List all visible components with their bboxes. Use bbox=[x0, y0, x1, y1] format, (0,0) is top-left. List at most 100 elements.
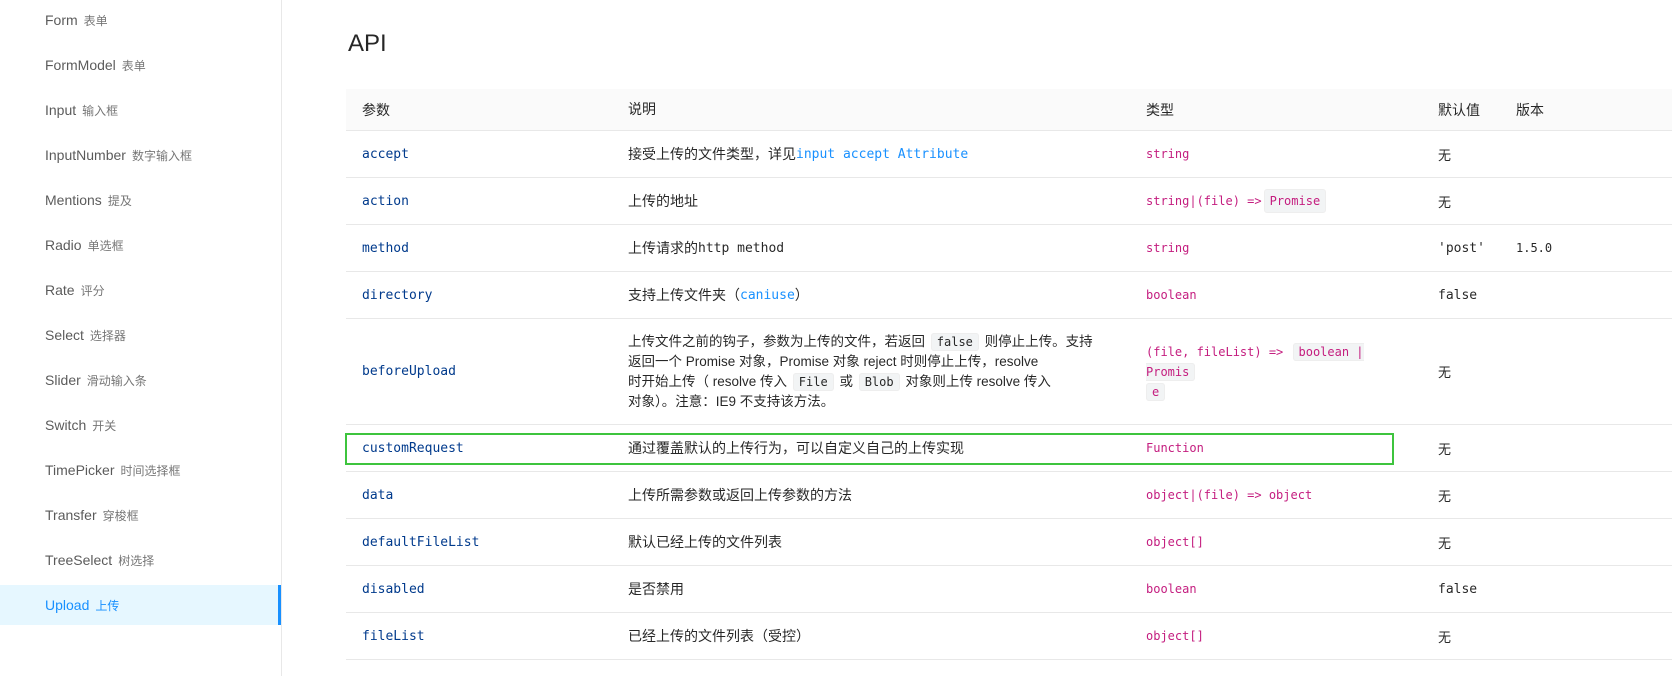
param-name: defaultFileList bbox=[362, 534, 480, 550]
sidebar-item-sublabel: 穿梭框 bbox=[102, 508, 139, 523]
sidebar-item-sublabel: 树选择 bbox=[118, 553, 155, 568]
param-name: fileList bbox=[362, 628, 425, 644]
desc-text: 对象则上传 resolve 传入 bbox=[901, 373, 1051, 389]
param-name: directory bbox=[362, 287, 433, 303]
sidebar-item-label: Upload bbox=[45, 597, 90, 613]
header-desc: 说明 bbox=[628, 101, 656, 117]
sidebar-item-input[interactable]: Input 输入框 bbox=[0, 90, 281, 130]
param-type: object[] bbox=[1146, 535, 1204, 549]
param-type: boolean bbox=[1146, 288, 1197, 302]
type-line: e bbox=[1146, 382, 1167, 402]
desc-text: ） bbox=[794, 286, 809, 303]
param-default: false bbox=[1438, 581, 1478, 597]
sidebar-item-sublabel: 数字输入框 bbox=[131, 148, 192, 163]
caniuse-link[interactable]: caniuse bbox=[740, 285, 795, 306]
sidebar-item-label: Input bbox=[45, 102, 77, 118]
code-false: false bbox=[930, 332, 979, 351]
header-param: 参数 bbox=[362, 101, 390, 118]
desc-line: 上传文件之前的钩子，参数为上传的文件，若返回 false 则停止上传。支持 bbox=[628, 332, 1093, 352]
sidebar-item-form[interactable]: Form 表单 bbox=[0, 0, 281, 40]
sidebar-item-treeselect[interactable]: TreeSelect 树选择 bbox=[0, 540, 281, 580]
desc-line: 返回一个 Promise 对象，Promise 对象 reject 时则停止上传… bbox=[628, 353, 1039, 369]
sidebar-item-label: Form bbox=[45, 12, 78, 28]
param-name: method bbox=[362, 240, 409, 256]
desc-line: 时开始上传（ resolve 传入 File 或 Blob 对象则上传 reso… bbox=[628, 372, 1051, 392]
sidebar-item-radio[interactable]: Radio 单选框 bbox=[0, 225, 281, 265]
table-row: defaultFileList 默认已经上传的文件列表 object[] 无 bbox=[346, 519, 1672, 566]
sidebar-item-sublabel: 表单 bbox=[83, 13, 108, 28]
table-row: action 上传的地址 string|(file) => Promise 无 bbox=[346, 178, 1672, 225]
sidebar-item-label: Mentions bbox=[45, 192, 102, 208]
param-name: action bbox=[362, 193, 409, 209]
sidebar-item-sublabel: 时间选择框 bbox=[120, 463, 181, 478]
param-type: object[] bbox=[1146, 629, 1204, 643]
desc-text: 支持上传文件夹（ bbox=[628, 286, 740, 303]
sidebar-item-sublabel: 上传 bbox=[95, 598, 120, 613]
sidebar-item-label: TimePicker bbox=[45, 462, 115, 478]
param-desc: 通过覆盖默认的上传行为，可以自定义自己的上传实现 bbox=[628, 439, 964, 456]
sidebar-item-label: Select bbox=[45, 327, 84, 343]
sidebar-item-sublabel: 输入框 bbox=[82, 103, 119, 118]
desc-text: 则停止上传。支持 bbox=[980, 333, 1093, 349]
table-row: data 上传所需参数或返回上传参数的方法 object|(file) => o… bbox=[346, 472, 1672, 519]
param-type: Function bbox=[1146, 441, 1204, 455]
sidebar-item-select[interactable]: Select 选择器 bbox=[0, 315, 281, 355]
param-type: boolean bbox=[1146, 582, 1197, 596]
param-name: disabled bbox=[362, 581, 425, 597]
table-row: fileList 已经上传的文件列表（受控） object[] 无 bbox=[346, 613, 1672, 660]
table-row: directory 支持上传文件夹（ caniuse） boolean false bbox=[346, 272, 1672, 319]
sidebar-item-rate[interactable]: Rate 评分 bbox=[0, 270, 281, 310]
sidebar-item-label: Slider bbox=[45, 372, 81, 388]
table-row: method 上传请求的 http method string 'post' 1… bbox=[346, 225, 1672, 272]
sidebar-item-label: InputNumber bbox=[45, 147, 126, 163]
sidebar-item-timepicker[interactable]: TimePicker 时间选择框 bbox=[0, 450, 281, 490]
param-name: accept bbox=[362, 146, 409, 162]
sidebar-item-label: Transfer bbox=[45, 507, 97, 523]
sidebar-item-label: Rate bbox=[45, 282, 75, 298]
sidebar-item-label: Radio bbox=[45, 237, 82, 253]
code-blob: Blob bbox=[858, 372, 900, 391]
param-name: beforeUpload bbox=[362, 364, 456, 379]
param-type: string|(file) => Promise bbox=[1146, 178, 1406, 224]
sidebar-item-sublabel: 滑动输入条 bbox=[86, 373, 147, 388]
section-title: API bbox=[348, 30, 387, 57]
main-content: API 参数 说明 类型 默认值 版本 accept 接受上传的文件类型，详见 … bbox=[282, 0, 1672, 676]
input-accept-link[interactable]: input accept Attribute bbox=[796, 144, 968, 165]
param-desc: 是否禁用 bbox=[628, 580, 684, 597]
param-default: 无 bbox=[1438, 630, 1452, 646]
type-text: (file, fileList) => bbox=[1146, 344, 1291, 359]
param-desc: 接受上传的文件类型，详见 input accept Attribute bbox=[628, 131, 1118, 177]
desc-text: 接受上传的文件类型，详见 bbox=[628, 145, 796, 162]
param-type: object|(file) => object bbox=[1146, 488, 1313, 502]
desc-text: 上传文件之前的钩子，参数为上传的文件，若返回 bbox=[628, 333, 929, 349]
table-row: customRequest 通过覆盖默认的上传行为，可以自定义自己的上传实现 F… bbox=[346, 425, 1672, 472]
sidebar-item-formmodel[interactable]: FormModel 表单 bbox=[0, 45, 281, 85]
param-desc: 已经上传的文件列表（受控） bbox=[628, 627, 810, 644]
sidebar-item-slider[interactable]: Slider 滑动输入条 bbox=[0, 360, 281, 400]
header-default: 默认值 bbox=[1438, 101, 1480, 118]
type-text: string|(file) => bbox=[1146, 194, 1262, 208]
type-code: Promise bbox=[1263, 189, 1327, 213]
sidebar-item-mentions[interactable]: Mentions 提及 bbox=[0, 180, 281, 220]
param-type: string bbox=[1146, 241, 1190, 255]
param-desc: 默认已经上传的文件列表 bbox=[628, 533, 782, 550]
param-version: 1.5.0 bbox=[1516, 241, 1553, 255]
code-file: File bbox=[792, 372, 834, 391]
desc-text: 时开始上传（ resolve 传入 bbox=[628, 373, 791, 389]
sidebar-item-inputnumber[interactable]: InputNumber 数字输入框 bbox=[0, 135, 281, 175]
sidebar-item-label: TreeSelect bbox=[45, 552, 113, 568]
param-desc: 上传文件之前的钩子，参数为上传的文件，若返回 false 则停止上传。支持 返回… bbox=[628, 319, 1118, 424]
param-default: 无 bbox=[1438, 489, 1452, 505]
sidebar-item-sublabel: 评分 bbox=[80, 283, 105, 298]
param-default: 'post' bbox=[1438, 240, 1485, 256]
table-row: accept 接受上传的文件类型，详见 input accept Attribu… bbox=[346, 131, 1672, 178]
desc-text: 或 bbox=[835, 373, 857, 389]
table-header: 参数 说明 类型 默认值 版本 bbox=[346, 89, 1672, 131]
sidebar-item-transfer[interactable]: Transfer 穿梭框 bbox=[0, 495, 281, 535]
table-row: beforeUpload 上传文件之前的钩子，参数为上传的文件，若返回 fals… bbox=[346, 319, 1672, 425]
header-version: 版本 bbox=[1516, 101, 1544, 118]
sidebar-item-sublabel: 表单 bbox=[121, 58, 146, 73]
sidebar-menu: Form 表单 FormModel 表单 Input 输入框 InputNumber 数… bbox=[0, 0, 282, 676]
sidebar-item-upload[interactable]: Upload 上传 bbox=[0, 585, 281, 625]
sidebar-item-switch[interactable]: Switch 开关 bbox=[0, 405, 281, 445]
